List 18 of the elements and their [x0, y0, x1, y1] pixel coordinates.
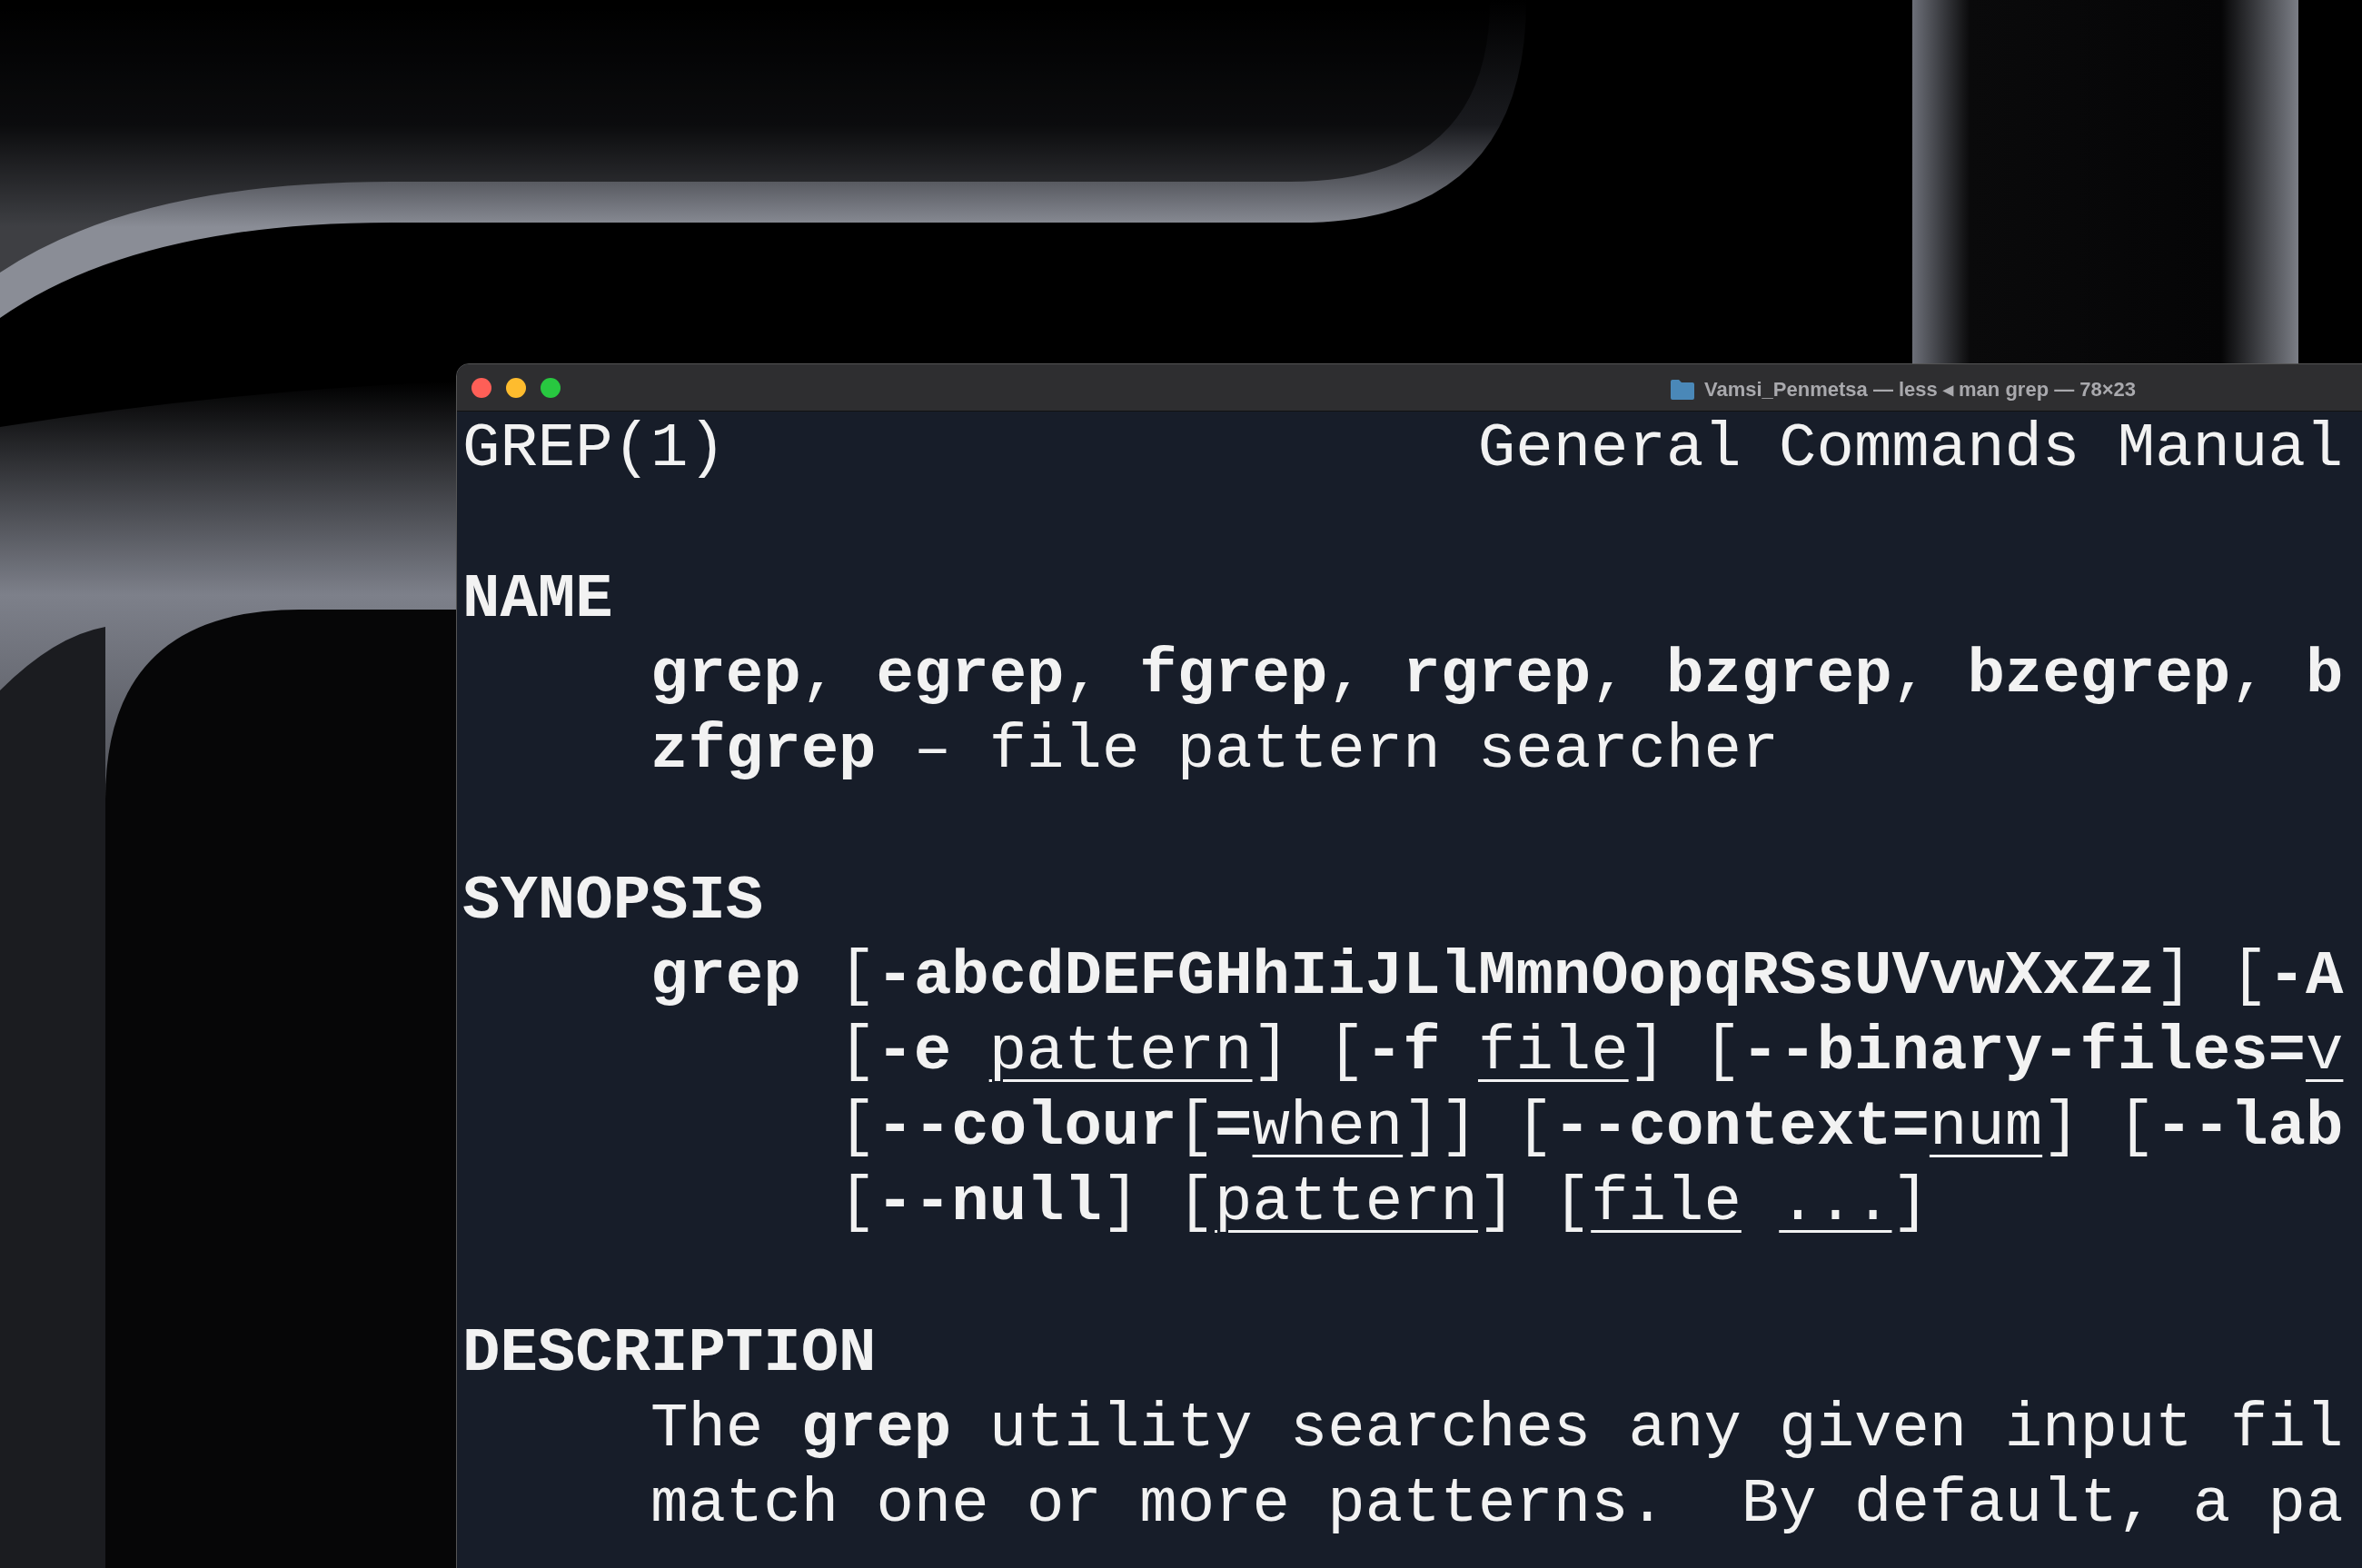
manual-text-line: grep [-abcdDEFGHhIiJLlMmnOopqRSsUVvwXxZz] [-A: [650, 941, 2344, 1012]
manual-text-line: [--colour[=when]] [--context=num] [--lab: [839, 1092, 2344, 1163]
section-heading: NAME: [462, 564, 613, 635]
manual-title: General Commands Manual: [1477, 412, 2344, 486]
manual-page-name: GREP(1): [462, 412, 726, 486]
minimize-button[interactable]: [506, 378, 526, 398]
manual-text-line: match one or more patterns. By default, a pa: [650, 1469, 2344, 1540]
window-title: Vamsi_Penmetsa — less ◂ man grep — 78×23: [1704, 377, 2137, 402]
manual-text-line: [--null] [pattern] [file ...]: [839, 1167, 1930, 1238]
manual-text-line: The grep utility searches any given input fil: [650, 1394, 2344, 1464]
close-button[interactable]: [471, 378, 491, 398]
section-heading: DESCRIPTION: [462, 1318, 877, 1389]
manual-text-line: [-e pattern] [-f file] [--binary-files=v: [839, 1017, 2344, 1087]
manual-text-line: zfgrep – file pattern searcher: [650, 715, 1780, 786]
manual-text-line: grep, egrep, fgrep, rgrep, bzgrep, bzegrep, b: [650, 640, 2344, 710]
zoom-button[interactable]: [541, 378, 561, 398]
folder-icon: [1670, 378, 1695, 401]
section-heading: SYNOPSIS: [462, 866, 764, 937]
